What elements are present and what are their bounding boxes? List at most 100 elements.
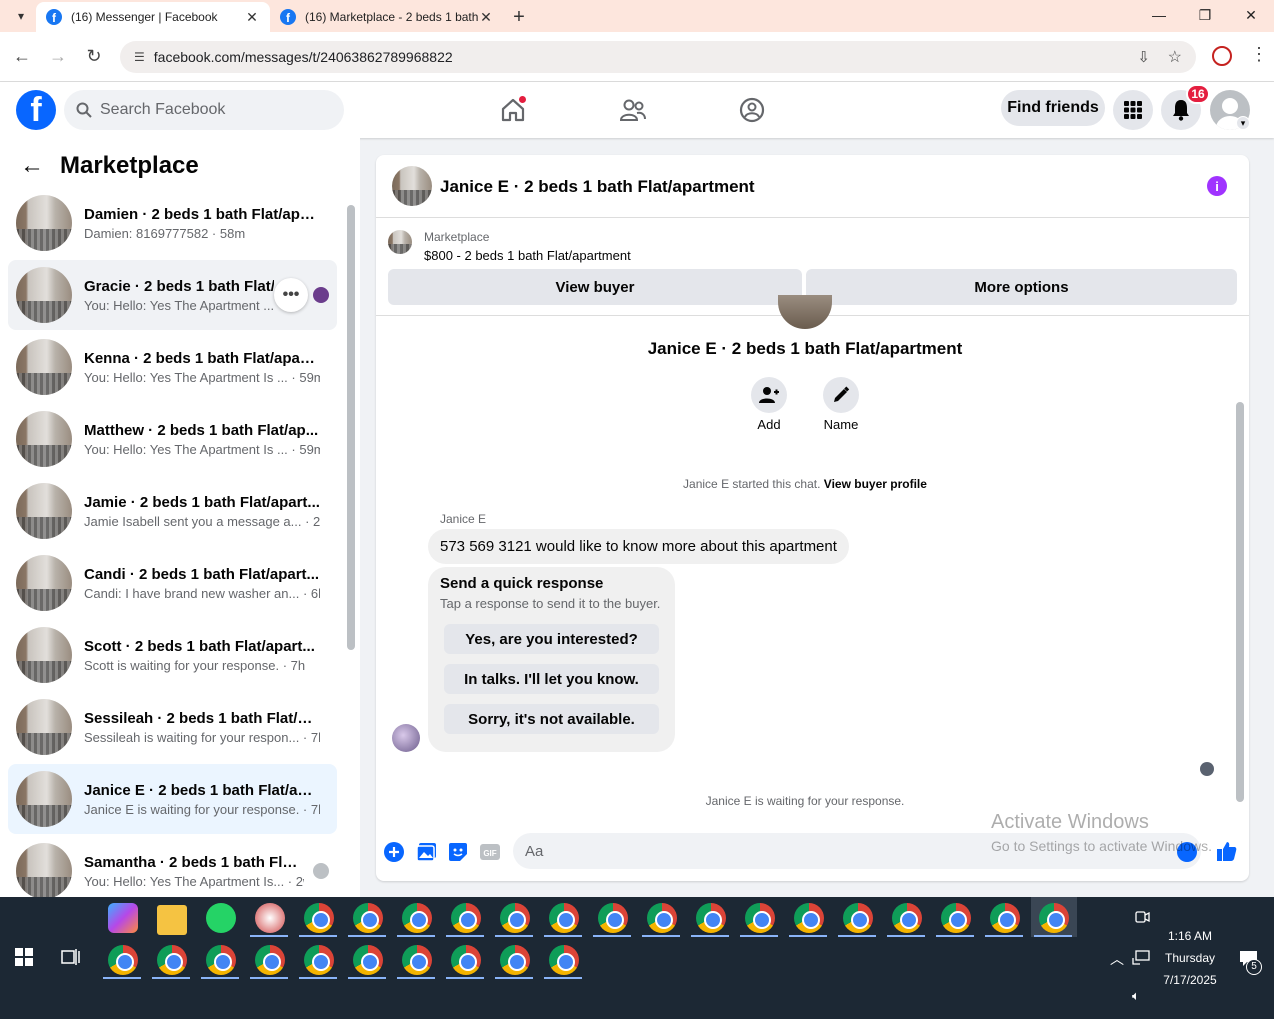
reload-icon[interactable]: ↻ bbox=[76, 46, 112, 67]
conversation-item[interactable]: Matthew · 2 beds 1 bath Flat/ap... You: H… bbox=[8, 404, 337, 474]
install-app-icon[interactable]: ⇩ bbox=[1137, 48, 1150, 66]
sticker-icon[interactable] bbox=[447, 841, 469, 863]
chrome-icon[interactable] bbox=[500, 903, 530, 933]
close-tab-icon[interactable]: ✕ bbox=[478, 9, 494, 26]
app-icon[interactable] bbox=[255, 903, 285, 933]
file-explorer-icon[interactable] bbox=[157, 905, 187, 935]
photo-icon[interactable] bbox=[416, 841, 438, 863]
chrome-icon[interactable] bbox=[549, 903, 579, 933]
bookmark-star-icon[interactable]: ☆ bbox=[1168, 47, 1182, 67]
home-nav-icon[interactable] bbox=[493, 92, 533, 128]
chrome-icon[interactable] bbox=[794, 903, 824, 933]
quick-response-button[interactable]: Yes, are you interested? bbox=[444, 624, 659, 654]
task-view-icon[interactable] bbox=[61, 948, 81, 966]
chrome-icon[interactable] bbox=[892, 903, 922, 933]
chrome-icon[interactable] bbox=[451, 945, 481, 975]
edit-name-icon[interactable] bbox=[823, 377, 859, 413]
chrome-icon[interactable] bbox=[402, 903, 432, 933]
conversation-preview: You: Hello: Yes The Apartment Is ... · 5… bbox=[84, 369, 320, 385]
browser-tab-messenger[interactable]: f (16) Messenger | Facebook ✕ bbox=[36, 2, 270, 32]
chrome-icon[interactable] bbox=[304, 945, 334, 975]
more-options-button[interactable]: More options bbox=[806, 269, 1237, 305]
facebook-logo-icon[interactable]: f bbox=[16, 90, 56, 130]
view-buyer-button[interactable]: View buyer bbox=[388, 269, 802, 305]
quick-response-button[interactable]: In talks. I'll let you know. bbox=[444, 664, 659, 694]
browser-menu-icon[interactable]: ⋮ bbox=[1250, 44, 1268, 65]
minimize-icon[interactable]: — bbox=[1136, 0, 1182, 30]
add-person-icon[interactable] bbox=[751, 377, 787, 413]
emoji-icon[interactable] bbox=[1177, 842, 1197, 862]
copilot-icon[interactable] bbox=[108, 903, 138, 933]
chrome-icon[interactable] bbox=[255, 945, 285, 975]
chat-title[interactable]: Janice E · 2 beds 1 bath Flat/apartment bbox=[440, 177, 755, 197]
find-friends-button[interactable]: Find friends bbox=[1001, 90, 1105, 126]
forward-arrow-icon[interactable]: → bbox=[40, 46, 76, 67]
message-bubble[interactable]: 573 569 3121 would like to know more abo… bbox=[428, 529, 849, 564]
message-input[interactable]: Aa bbox=[513, 833, 1201, 869]
chrome-icon[interactable] bbox=[206, 945, 236, 975]
plus-icon[interactable] bbox=[383, 841, 405, 863]
network-icon[interactable] bbox=[1132, 950, 1150, 966]
search-input[interactable]: Search Facebook bbox=[64, 90, 344, 130]
clock-day[interactable]: Thursday bbox=[1160, 951, 1220, 965]
chrome-icon[interactable] bbox=[745, 903, 775, 933]
site-info-icon[interactable]: ☰ bbox=[134, 50, 145, 64]
conversation-item[interactable]: Jamie · 2 beds 1 bath Flat/apart... Jamie… bbox=[8, 476, 337, 546]
more-options-icon[interactable]: ••• bbox=[274, 278, 308, 312]
conversation-item[interactable]: Kenna · 2 beds 1 bath Flat/apart... You: … bbox=[8, 332, 337, 402]
quick-response-button[interactable]: Sorry, it's not available. bbox=[444, 704, 659, 734]
chrome-icon[interactable] bbox=[990, 903, 1020, 933]
chrome-icon[interactable] bbox=[353, 903, 383, 933]
start-windows-icon[interactable] bbox=[15, 948, 33, 966]
address-bar[interactable]: ☰ facebook.com/messages/t/24063862789968… bbox=[120, 41, 1196, 73]
chrome-icon[interactable] bbox=[304, 903, 334, 933]
new-tab-button[interactable]: + bbox=[504, 2, 534, 32]
show-hidden-icons-chevron-icon[interactable]: ︿ bbox=[1110, 949, 1124, 969]
chrome-icon[interactable] bbox=[843, 903, 873, 933]
chrome-icon-active[interactable] bbox=[1039, 903, 1069, 933]
restore-icon[interactable]: ❐ bbox=[1182, 0, 1228, 30]
close-tab-icon[interactable]: ✕ bbox=[244, 9, 260, 26]
meet-now-icon[interactable] bbox=[1134, 909, 1150, 925]
clock-date[interactable]: 7/17/2025 bbox=[1156, 973, 1224, 987]
chrome-icon[interactable] bbox=[353, 945, 383, 975]
whatsapp-icon[interactable] bbox=[206, 903, 236, 933]
conversation-item[interactable]: Scott · 2 beds 1 bath Flat/apart... Scott… bbox=[8, 620, 337, 690]
sidebar-scrollbar[interactable] bbox=[347, 193, 355, 893]
chrome-icon[interactable] bbox=[402, 945, 432, 975]
menu-grid-icon[interactable] bbox=[1113, 90, 1153, 130]
conversation-item[interactable]: Gracie · 2 beds 1 bath Flat/ap You: Hello… bbox=[8, 260, 337, 330]
profile-icon[interactable] bbox=[1212, 46, 1232, 66]
chevron-down-icon[interactable]: ▾ bbox=[1236, 116, 1250, 130]
back-arrow-icon[interactable]: ← bbox=[4, 46, 40, 67]
chrome-icon[interactable] bbox=[108, 945, 138, 975]
back-arrow-icon[interactable]: ← bbox=[20, 152, 44, 180]
view-buyer-profile-link[interactable]: View buyer profile bbox=[824, 477, 927, 491]
clock-time[interactable]: 1:16 AM bbox=[1160, 929, 1220, 943]
listing-thumbnail[interactable] bbox=[392, 166, 432, 206]
conversation-item[interactable]: Sessileah · 2 beds 1 bath Flat/ap... Sess… bbox=[8, 692, 337, 762]
chrome-icon[interactable] bbox=[451, 903, 481, 933]
thumbs-up-icon[interactable] bbox=[1216, 840, 1238, 862]
chrome-icon[interactable] bbox=[598, 903, 628, 933]
conversation-item[interactable]: Damien · 2 beds 1 bath Flat/apar... Damie… bbox=[8, 188, 337, 258]
volume-icon[interactable]: 🔈︎ bbox=[1132, 988, 1140, 1004]
info-icon[interactable]: i bbox=[1207, 176, 1227, 196]
chrome-icon[interactable] bbox=[647, 903, 677, 933]
close-window-icon[interactable]: ✕ bbox=[1228, 0, 1274, 30]
chat-scrollbar[interactable] bbox=[1236, 320, 1244, 815]
conversation-item[interactable]: Samantha · 2 beds 1 bath Flat... You: Hel… bbox=[8, 836, 337, 897]
chrome-icon[interactable] bbox=[941, 903, 971, 933]
browser-tab-marketplace[interactable]: f (16) Marketplace - 2 beds 1 bath ✕ bbox=[270, 2, 504, 32]
tab-search-chevron-icon[interactable]: ▾ bbox=[6, 1, 36, 31]
sender-avatar bbox=[392, 724, 420, 752]
friends-nav-icon[interactable] bbox=[613, 92, 653, 128]
chrome-icon[interactable] bbox=[500, 945, 530, 975]
chrome-icon[interactable] bbox=[549, 945, 579, 975]
chrome-icon[interactable] bbox=[157, 945, 187, 975]
gif-icon[interactable]: GIF bbox=[479, 841, 501, 863]
chrome-icon[interactable] bbox=[696, 903, 726, 933]
groups-nav-icon[interactable] bbox=[732, 92, 772, 128]
conversation-item[interactable]: Candi · 2 beds 1 bath Flat/apart... Candi… bbox=[8, 548, 337, 618]
conversation-item-selected[interactable]: Janice E · 2 beds 1 bath Flat/apar... Jan… bbox=[8, 764, 337, 834]
